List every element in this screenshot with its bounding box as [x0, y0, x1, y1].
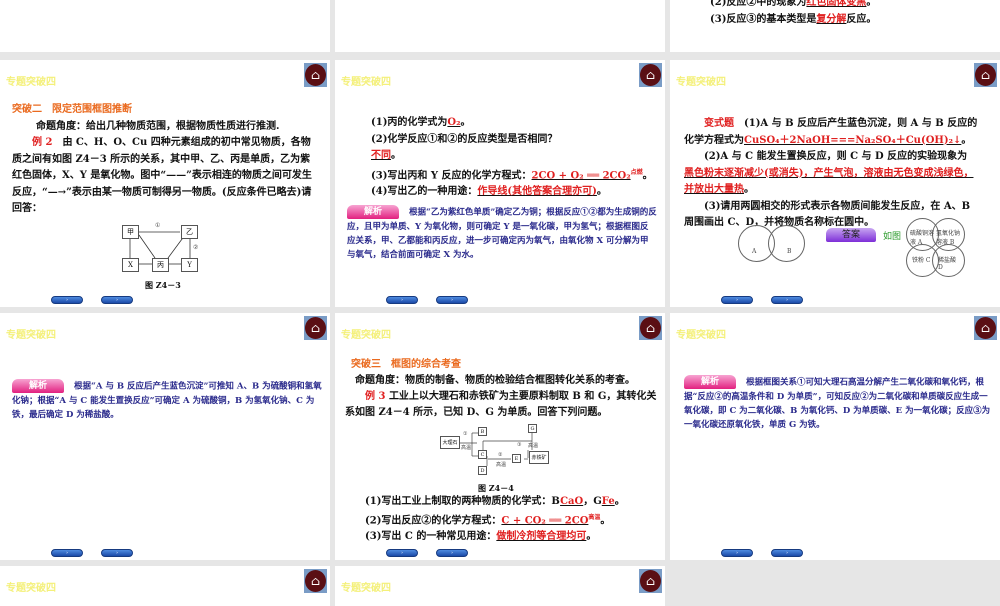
nav-button[interactable]: › — [101, 296, 133, 304]
section-header: 专题突破四 — [676, 330, 726, 341]
answer: 红色固体变黑 — [806, 0, 867, 8]
nav-button[interactable]: › — [386, 296, 418, 304]
home-button[interactable]: ⌂ — [639, 63, 662, 87]
nav-button[interactable]: › — [771, 296, 803, 304]
slide-example-2: 专题突破四 ⌂ 突破二 限定范围框图推断 命题角度：给出几种物质范围，根据物质性… — [0, 60, 330, 307]
nav-button[interactable]: › — [721, 296, 753, 304]
slide-top-left: › › — [0, 0, 330, 52]
section-header: 专题突破四 — [6, 583, 56, 594]
slide-bottom-middle: 专题突破四 ⌂ — [335, 566, 665, 606]
circle-b — [768, 225, 805, 262]
nav-button[interactable]: › — [101, 549, 133, 557]
home-icon: ⌂ — [305, 570, 326, 592]
slide-bottom-left: 专题突破四 ⌂ — [0, 566, 330, 606]
figure-caption: 图 Z4－3 — [145, 280, 181, 290]
slide-top-middle: › › — [335, 0, 665, 52]
home-button[interactable]: ⌂ — [974, 63, 997, 87]
nav-button[interactable]: › — [386, 549, 418, 557]
nav-button[interactable]: › — [436, 296, 468, 304]
home-button[interactable]: ⌂ — [974, 316, 997, 340]
nav-button[interactable]: › — [436, 549, 468, 557]
answer: 复分解 — [816, 13, 847, 25]
analysis-ribbon: 解析 — [347, 205, 399, 219]
home-icon: ⌂ — [975, 64, 996, 86]
home-button[interactable]: ⌂ — [304, 316, 327, 340]
section-header: 专题突破四 — [341, 77, 391, 88]
home-button[interactable]: ⌂ — [639, 569, 662, 593]
section-header: 专题突破四 — [676, 77, 726, 88]
answer-ribbon: 答案 — [826, 228, 876, 242]
home-icon: ⌂ — [640, 570, 661, 592]
section-header: 专题突破四 — [341, 583, 391, 594]
home-icon: ⌂ — [975, 317, 996, 339]
slide-variant: 专题突破四 ⌂ 变式题 (1)A 与 B 反应后产生蓝色沉淀，则 A 与 B 反… — [670, 60, 1000, 307]
nav-button[interactable]: › — [721, 549, 753, 557]
home-button[interactable]: ⌂ — [304, 569, 327, 593]
slide-example-3: 专题突破四 ⌂ 突破三 框图的综合考查 命题角度：物质的制备、物质的检验结合框图… — [335, 313, 665, 560]
slide-example-2-answers: 专题突破四 ⌂ (1)丙的化学式为O₂。 (2)化学反应①和②的反应类型是否相同… — [335, 60, 665, 307]
slide-top-right: (2)反应②中的现象为红色固体变黑。 (3)反应③的基本类型是复分解反应。 › … — [670, 0, 1000, 52]
analysis-ribbon: 解析 — [684, 375, 736, 389]
analysis-ribbon: 解析 — [12, 379, 64, 393]
figure-caption: 图 Z4－4 — [478, 483, 514, 493]
nav-button[interactable]: › — [51, 296, 83, 304]
slide-variant-analysis: 专题突破四 ⌂ 解析 根据“A 与 B 反应后产生蓝色沉淀”可推知 A、B 为硫酸… — [0, 313, 330, 560]
slide-example-3-analysis: 专题突破四 ⌂ 解析 根据框图关系①可知大理石高温分解产生二氧化碳和氧化钙，根据“… — [670, 313, 1000, 560]
home-icon: ⌂ — [305, 317, 326, 339]
home-icon: ⌂ — [640, 64, 661, 86]
section-header: 专题突破四 — [6, 330, 56, 341]
nav-button[interactable]: › — [771, 549, 803, 557]
nav-button[interactable]: › — [51, 549, 83, 557]
